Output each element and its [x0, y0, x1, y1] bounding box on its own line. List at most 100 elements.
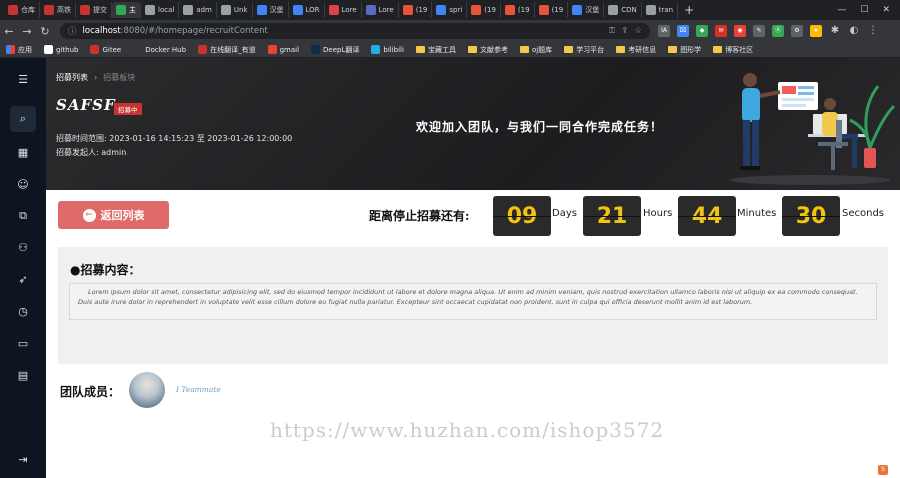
- bookmark-item[interactable]: 博客社区: [713, 45, 753, 55]
- user-icon[interactable]: ☺: [13, 175, 33, 195]
- tab-label: 主: [129, 6, 136, 14]
- search-icon[interactable]: ⌕: [10, 106, 36, 132]
- profile-icon[interactable]: ◐: [848, 25, 860, 37]
- extension-icon[interactable]: ⌧: [677, 25, 689, 37]
- browser-tab[interactable]: 提交: [76, 2, 112, 18]
- team-member-name[interactable]: I Teammate: [176, 385, 221, 394]
- bookmark-label: Docker Hub: [145, 45, 187, 54]
- browser-tab[interactable]: adm: [179, 2, 217, 18]
- chat-icon[interactable]: ⧉: [13, 206, 33, 226]
- browser-tab[interactable]: LOR: [289, 2, 325, 18]
- tab-label: CDN: [621, 6, 637, 14]
- tab-favicon-icon: [328, 5, 339, 15]
- bookmark-item[interactable]: 考研信息: [616, 45, 656, 55]
- extension-icon[interactable]: Ⓐ: [772, 25, 784, 37]
- browser-tab[interactable]: Lore: [325, 2, 362, 18]
- bookmark-item[interactable]: 应用: [6, 45, 32, 55]
- back-to-list-label: 返回列表: [100, 209, 145, 222]
- extension-icon[interactable]: ✎: [753, 25, 765, 37]
- menu-icon[interactable]: ☰: [13, 70, 33, 90]
- forward-arrow-icon[interactable]: →: [18, 25, 36, 38]
- browser-tab[interactable]: 仓库: [4, 2, 40, 18]
- extension-icon[interactable]: ⚙: [791, 25, 803, 37]
- message-icon[interactable]: ▭: [13, 334, 33, 354]
- tab-favicon-icon: [645, 5, 656, 15]
- browser-tab[interactable]: 主: [112, 2, 141, 18]
- breadcrumb-current: 招募板块: [103, 73, 136, 82]
- browser-tab[interactable]: (19: [535, 2, 569, 18]
- tab-label: spri: [449, 6, 463, 14]
- browser-tab[interactable]: 汉堡: [253, 2, 289, 18]
- back-arrow-icon[interactable]: ←: [0, 25, 18, 38]
- browser-tab[interactable]: CDN: [604, 2, 642, 18]
- bookmark-item[interactable]: github: [44, 45, 78, 54]
- bookmark-favicon-icon: [90, 45, 100, 54]
- browser-tab[interactable]: (19: [399, 2, 433, 18]
- maximize-icon[interactable]: ☐: [860, 5, 868, 15]
- puzzle-icon[interactable]: ✱: [829, 25, 841, 37]
- breadcrumb-parent[interactable]: 招募列表: [56, 72, 88, 83]
- browser-tab[interactable]: local: [141, 2, 180, 18]
- bookmark-item[interactable]: 图形学: [668, 45, 701, 55]
- bookmark-favicon-icon: [267, 45, 277, 54]
- tab-label: (19: [517, 6, 530, 14]
- rocket-icon[interactable]: ➶: [13, 270, 33, 290]
- bookmark-favicon-icon: [198, 45, 208, 54]
- share-icon[interactable]: ⇪: [621, 26, 628, 36]
- tab-favicon-icon: [504, 5, 515, 15]
- back-to-list-button[interactable]: ← 返回列表: [58, 201, 169, 229]
- new-tab-button[interactable]: +: [678, 3, 700, 17]
- bookmark-item[interactable]: Docker Hub: [133, 45, 186, 54]
- countdown-minutes-unit: Minutes: [737, 208, 777, 219]
- bookmark-star-icon[interactable]: ☆: [634, 26, 642, 36]
- logout-icon[interactable]: ⇥: [13, 450, 33, 470]
- banner-slogan: 欢迎加入团队，与我们一同合作完成任务！: [416, 120, 664, 134]
- minimize-icon[interactable]: —: [837, 5, 846, 15]
- browser-tab[interactable]: (19: [467, 2, 501, 18]
- browser-tab[interactable]: (19: [501, 2, 535, 18]
- tab-favicon-icon: [538, 5, 549, 15]
- arrow-left-icon: ←: [82, 208, 96, 222]
- extension-icon[interactable]: ◆: [696, 25, 708, 37]
- bookmark-item[interactable]: oj题库: [519, 45, 553, 55]
- extension-icon[interactable]: ★: [810, 25, 822, 37]
- url-path: :8080/#/homepage/recruitContent: [120, 26, 268, 36]
- bookmark-item[interactable]: 学习平台: [564, 45, 604, 55]
- extension-icon[interactable]: ◉: [734, 25, 746, 37]
- bookmark-item[interactable]: gmail: [267, 45, 299, 54]
- bookmark-label: bilibili: [383, 45, 404, 54]
- bookmark-label: oj题库: [531, 45, 553, 54]
- more-menu-icon[interactable]: ⋮: [867, 25, 879, 37]
- tab-label: 高铁: [57, 6, 71, 14]
- tab-label: Lore: [378, 6, 394, 14]
- bookmark-item[interactable]: bilibili: [371, 45, 404, 54]
- history-icon[interactable]: ◷: [13, 302, 33, 322]
- team-icon[interactable]: ⚇: [13, 238, 33, 258]
- browser-tab[interactable]: 汉堡: [568, 2, 605, 18]
- reload-icon[interactable]: ↻: [36, 25, 54, 38]
- extension-icon[interactable]: ✉: [715, 25, 727, 37]
- bookmark-item[interactable]: 宝藏工具: [415, 45, 456, 55]
- info-icon[interactable]: ⓘ: [68, 25, 77, 37]
- browser-tab[interactable]: spri: [432, 2, 468, 18]
- dashboard-icon[interactable]: ▦: [13, 143, 33, 163]
- countdown-seconds-unit: Seconds: [842, 208, 885, 219]
- bookmark-item[interactable]: 在线翻译_有道: [198, 45, 256, 55]
- bookmark-favicon-icon: [133, 45, 143, 54]
- document-icon[interactable]: ▤: [13, 366, 33, 386]
- avatar[interactable]: [129, 372, 165, 408]
- bookmark-label: 考研信息: [628, 45, 657, 54]
- browser-tab[interactable]: tran: [642, 2, 679, 18]
- folder-icon: [713, 46, 723, 53]
- close-icon[interactable]: ✕: [882, 5, 890, 15]
- folder-icon: [616, 46, 626, 53]
- bookmark-item[interactable]: DeepL翻译: [311, 45, 359, 55]
- bookmark-item[interactable]: Gitee: [90, 45, 121, 54]
- key-icon[interactable]: ⚿: [609, 26, 615, 36]
- url-input[interactable]: ⓘ localhost:8080/#/homepage/recruitConte…: [60, 23, 650, 39]
- browser-tab[interactable]: Lore: [362, 2, 399, 18]
- browser-tab[interactable]: 高铁: [40, 2, 76, 18]
- browser-tab[interactable]: Unk: [217, 2, 253, 18]
- bookmark-item[interactable]: 文献参考: [467, 45, 508, 55]
- extension-icon[interactable]: IA: [658, 25, 670, 37]
